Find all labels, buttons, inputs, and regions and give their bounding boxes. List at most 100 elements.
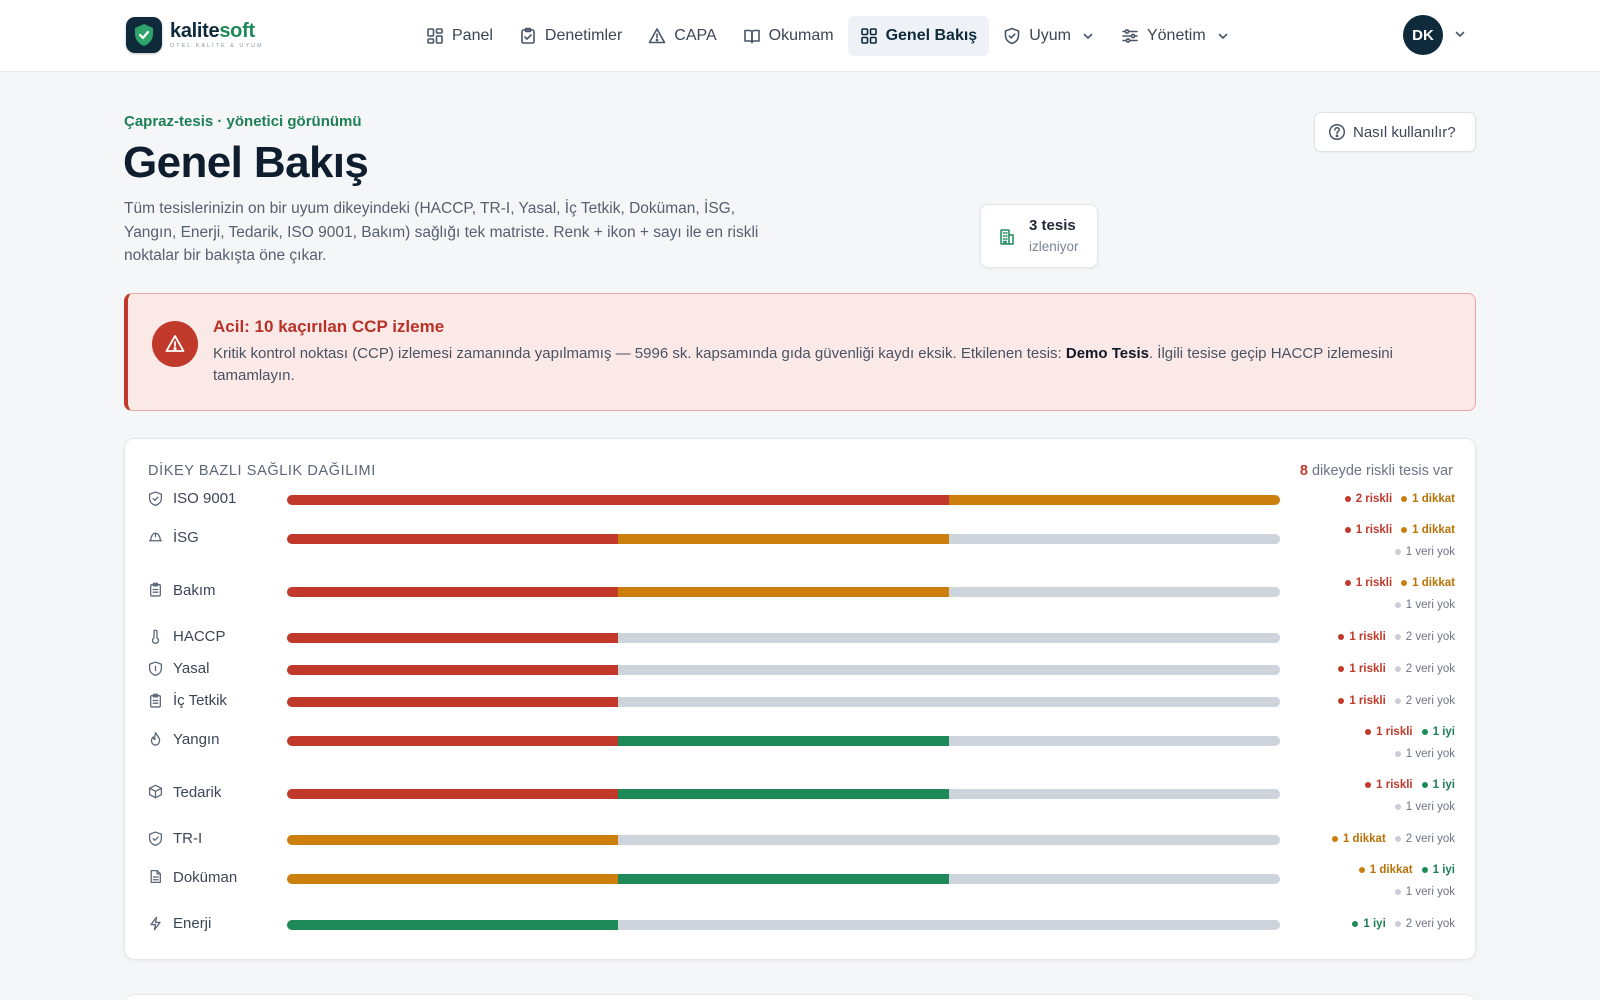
health-bar-segment-veri-yok (949, 534, 1280, 544)
health-row-label: İSG (173, 529, 199, 546)
shield-check-icon (148, 491, 163, 511)
health-bar (287, 835, 1280, 845)
nav-item-label: CAPA (674, 27, 717, 44)
alert-facility-link[interactable]: Demo Tesis (1066, 345, 1149, 362)
legend-iyi: 1 iyi (1421, 864, 1455, 876)
nav-item-uyum[interactable]: Uyum (991, 16, 1107, 56)
health-bar-segment-veri-yok (949, 736, 1280, 746)
nav-item-label: Denetimler (544, 27, 623, 44)
health-bar-segment-veri-yok (618, 920, 1280, 930)
legend-veri-yok: 2 veri yok (1394, 695, 1455, 707)
legend-veri-yok: 1 veri yok (1394, 801, 1455, 813)
main-menu: Panel Denetimler CAPA Okumam Genel Bakış… (414, 16, 1244, 56)
legend-dikkat: 1 dikkat (1401, 493, 1455, 505)
health-bar-segment-veri-yok (618, 697, 1280, 707)
facility-count-card: 3 tesis izleniyor (980, 204, 1098, 268)
facility-count: 3 tesis (1029, 217, 1076, 234)
health-row[interactable]: Yangın 1 riskli 1 iyi 1 veri yok (125, 721, 1477, 765)
legend-veri-yok: 2 veri yok (1394, 918, 1455, 930)
nav-item-label: Panel (452, 27, 493, 44)
health-row-legend: 1 dikkat 1 iyi 1 veri yok (1255, 859, 1455, 903)
health-bar (287, 920, 1280, 930)
health-row[interactable]: Yasal 1 riskli 2 veri yok (125, 657, 1477, 681)
health-row-label: İç Tetkik (173, 692, 227, 709)
health-bar-segment-iyi (618, 874, 949, 884)
legend-dikkat: 1 dikkat (1331, 833, 1386, 845)
health-bar-segment-riskli (287, 665, 618, 675)
health-row-legend: 1 dikkat 2 veri yok (1255, 828, 1455, 850)
health-bar-segment-veri-yok (949, 789, 1280, 799)
health-bar-segment-dikkat (287, 835, 618, 845)
legend-veri-yok: 1 veri yok (1394, 546, 1455, 558)
health-row[interactable]: Tedarik 1 riskli 1 iyi 1 veri yok (125, 774, 1477, 818)
health-bar-segment-dikkat (287, 874, 618, 884)
health-row[interactable]: İSG 1 riskli 1 dikkat 1 veri yok (125, 519, 1477, 563)
health-bar-segment-veri-yok (949, 874, 1280, 884)
hard-hat-icon (148, 529, 163, 549)
health-bar-segment-riskli (287, 587, 618, 597)
health-row-legend: 1 riskli 2 veri yok (1255, 658, 1455, 680)
nav-item-yonetim[interactable]: Yönetim (1109, 16, 1242, 56)
help-button[interactable]: Nasıl kullanılır? (1314, 112, 1476, 152)
legend-veri-yok: 1 veri yok (1394, 748, 1455, 760)
health-row[interactable]: Enerji 1 iyi 2 veri yok (125, 912, 1477, 936)
lightning-icon (148, 916, 163, 936)
health-bar (287, 495, 1280, 505)
grid-icon (860, 28, 877, 44)
health-bar-segment-riskli (287, 697, 618, 707)
shield-check-icon (1004, 27, 1020, 45)
health-row[interactable]: Bakım 1 riskli 1 dikkat 1 veri yok (125, 572, 1477, 616)
health-row-label: HACCP (173, 628, 226, 645)
facility-count-label: izleniyor (1029, 239, 1079, 254)
legend-riskli: 1 riskli (1338, 695, 1386, 707)
logo-shield-icon (126, 17, 162, 53)
help-button-label: Nasıl kullanılır? (1353, 123, 1456, 141)
nav-item-genel-bakis[interactable]: Genel Bakış (847, 16, 990, 56)
nav-item-label: Yönetim (1146, 27, 1206, 44)
legend-iyi: 1 iyi (1421, 779, 1455, 791)
chevron-down-icon[interactable] (1453, 27, 1467, 41)
alert-body: Kritik kontrol noktası (CCP) izlemesi za… (213, 345, 1393, 384)
health-row-label: Yangın (173, 731, 220, 748)
vertical-health-card: DİKEY BAZLI SAĞLIK DAĞILIMI 8 dikeyde ri… (124, 438, 1476, 960)
next-section-card (124, 994, 1476, 1000)
nav-item-label: Genel Bakış (885, 27, 978, 44)
health-row-label: Tedarik (173, 784, 222, 801)
health-bar (287, 633, 1280, 643)
shield-icon (148, 661, 163, 681)
health-bar-segment-dikkat (618, 534, 949, 544)
health-bar (287, 697, 1280, 707)
page-eyebrow: Çapraz-tesis · yönetici görünümü (124, 113, 362, 130)
grid-icon (427, 28, 443, 44)
legend-riskli: 1 riskli (1338, 631, 1386, 643)
nav-item-denetimler[interactable]: Denetimler (507, 16, 634, 56)
file-icon (148, 869, 163, 889)
page-description: Tüm tesislerinizin on bir uyum dikeyinde… (124, 200, 759, 264)
health-bar-segment-iyi (287, 920, 618, 930)
nav-item-label: Okumam (768, 27, 834, 44)
health-bar-segment-iyi (618, 789, 949, 799)
health-row[interactable]: İç Tetkik 1 riskli 2 veri yok (125, 689, 1477, 713)
health-row[interactable]: ISO 9001 2 riskli 1 dikkat (125, 487, 1477, 511)
legend-veri-yok: 1 veri yok (1394, 599, 1455, 611)
health-row-label: Enerji (173, 915, 212, 932)
health-bar-segment-riskli (287, 534, 618, 544)
nav-item-capa[interactable]: CAPA (636, 16, 728, 56)
legend-riskli: 1 riskli (1344, 524, 1392, 536)
health-bar (287, 665, 1280, 675)
user-avatar[interactable]: DK (1403, 15, 1443, 55)
flame-icon (148, 731, 163, 751)
legend-veri-yok: 2 veri yok (1394, 833, 1455, 845)
urgent-alert: Acil: 10 kaçırılan CCP izleme Kritik kon… (124, 293, 1476, 411)
health-bar (287, 736, 1280, 746)
brand-logo[interactable]: kalitesoft OTEL KALİTE & UYUM (126, 17, 264, 53)
legend-riskli: 2 riskli (1344, 493, 1392, 505)
nav-item-panel[interactable]: Panel (414, 16, 505, 56)
nav-item-okumam[interactable]: Okumam (731, 16, 846, 56)
health-row[interactable]: HACCP 1 riskli 2 veri yok (125, 625, 1477, 649)
health-bar (287, 587, 1280, 597)
clipboard-check-icon (521, 27, 535, 44)
health-bar-segment-iyi (618, 736, 949, 746)
health-row[interactable]: Doküman 1 dikkat 1 iyi 1 veri yok (125, 859, 1477, 903)
health-row[interactable]: TR-I 1 dikkat 2 veri yok (125, 827, 1477, 851)
